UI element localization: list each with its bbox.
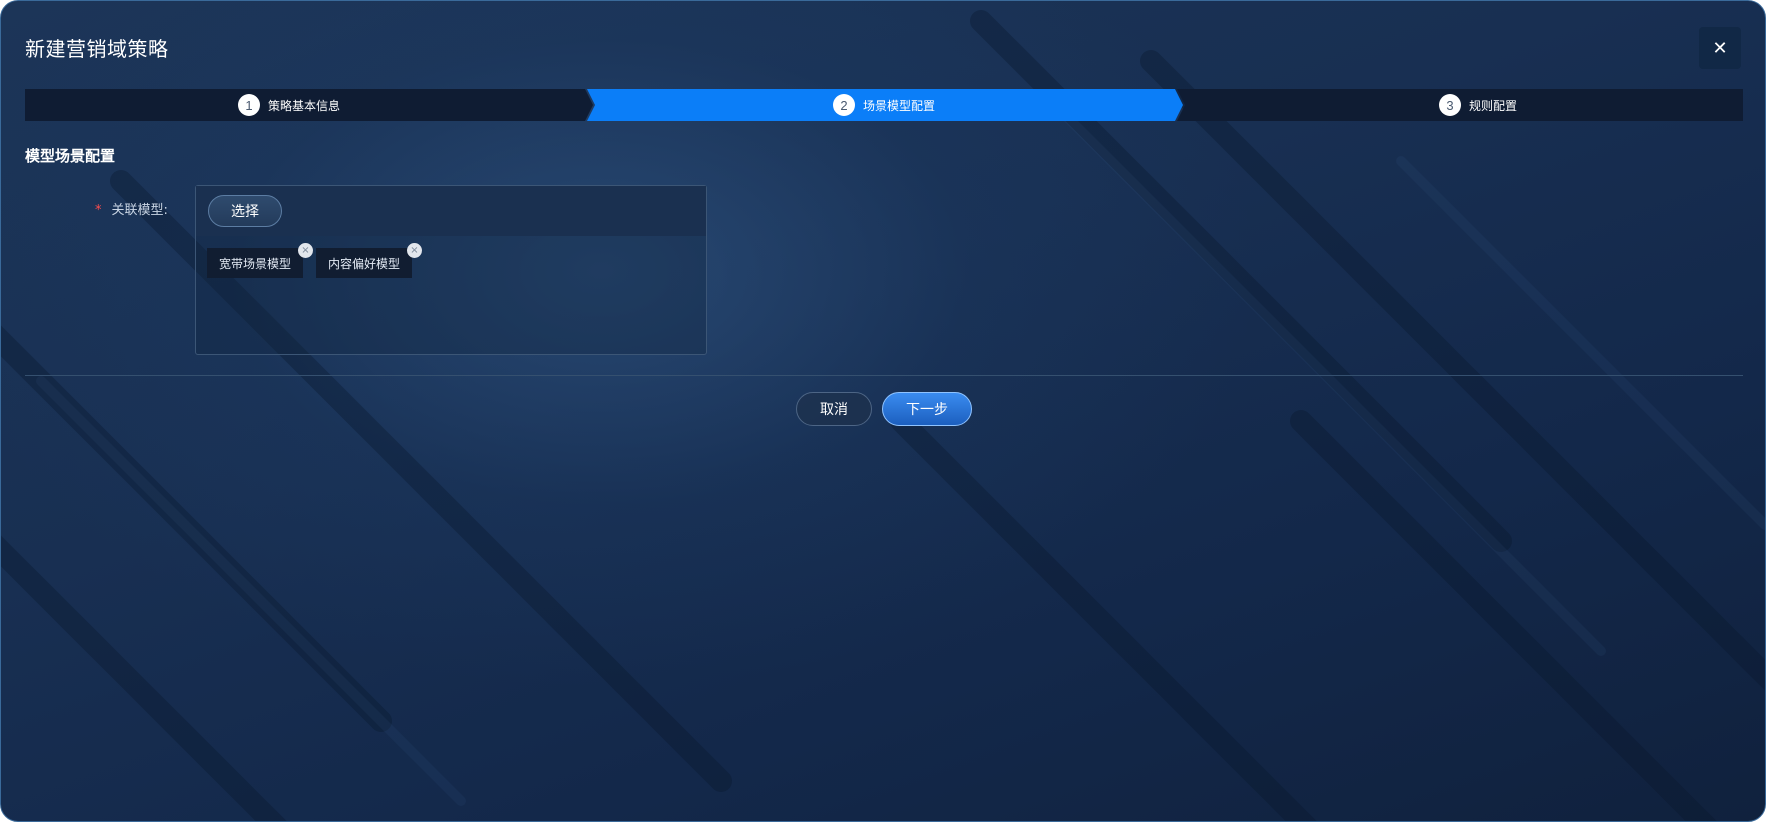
dialog-title: 新建营销域策略: [25, 37, 169, 61]
related-model-label-text: 关联模型:: [111, 203, 168, 218]
step-2-label: 场景模型配置: [863, 98, 936, 113]
model-box-header: 选择: [196, 186, 706, 236]
step-3[interactable]: 3 规则配置: [1439, 89, 1517, 121]
model-tag-label: 宽带场景模型: [219, 256, 292, 271]
step-2-number: 2: [833, 94, 855, 116]
step-2[interactable]: 2 场景模型配置: [833, 89, 935, 121]
section-title: 模型场景配置: [25, 147, 116, 165]
required-mark: *: [95, 203, 102, 218]
cancel-button[interactable]: 取消: [796, 392, 872, 426]
related-model-label: * 关联模型:: [95, 199, 168, 218]
model-selection-box: 选择 宽带场景模型 × 内容偏好模型 ×: [195, 185, 707, 355]
model-tag: 宽带场景模型 ×: [207, 243, 313, 278]
step-1[interactable]: 1 策略基本信息: [238, 89, 340, 121]
step-3-label: 规则配置: [1469, 98, 1518, 113]
remove-tag-icon[interactable]: ×: [298, 243, 313, 258]
remove-tag-icon[interactable]: ×: [407, 243, 422, 258]
step-1-label: 策略基本信息: [268, 98, 341, 113]
close-button[interactable]: ✕: [1699, 27, 1741, 69]
next-step-button[interactable]: 下一步: [882, 392, 972, 426]
step-1-number: 1: [238, 94, 260, 116]
model-tag-label: 内容偏好模型: [328, 256, 401, 271]
select-model-button[interactable]: 选择: [208, 195, 282, 227]
model-tag: 内容偏好模型 ×: [316, 243, 422, 278]
footer-divider: [25, 375, 1743, 376]
step-3-number: 3: [1439, 94, 1461, 116]
close-icon: ✕: [1712, 37, 1728, 59]
strategy-dialog: 新建营销域策略 ✕ 1 策略基本信息 2 场景模型配置 3 规则配置 模型场景配…: [0, 0, 1766, 822]
step-progress-bar: 1 策略基本信息 2 场景模型配置 3 规则配置: [25, 89, 1743, 121]
